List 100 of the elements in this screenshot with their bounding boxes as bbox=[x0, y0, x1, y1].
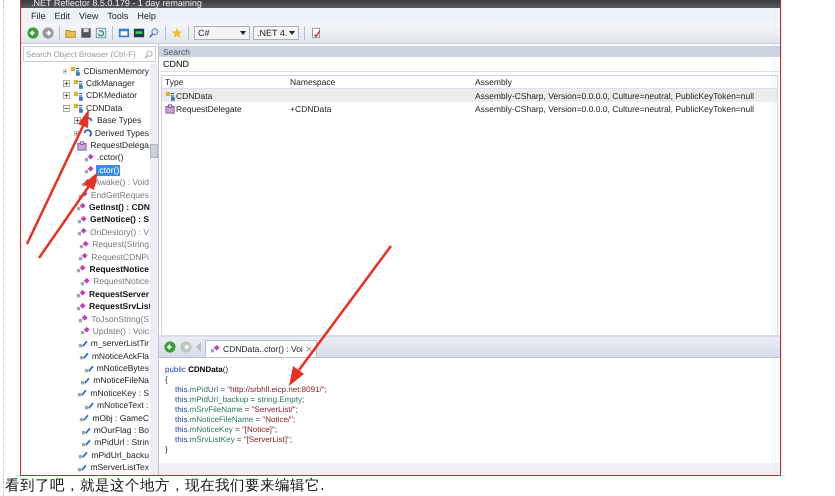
tree-item[interactable]: RequestNotice bbox=[88, 264, 150, 275]
panel-title: Search bbox=[163, 46, 190, 56]
field-icon bbox=[77, 462, 88, 473]
tree-item[interactable]: .cctor() bbox=[96, 152, 124, 164]
tree-item[interactable]: RequestServer bbox=[88, 288, 150, 300]
class-icon bbox=[70, 66, 80, 76]
class-icon bbox=[73, 90, 83, 101]
method-icon bbox=[80, 276, 90, 287]
table-cell: RequestDelegate bbox=[176, 104, 242, 114]
tree-item[interactable]: mObj : GameC bbox=[91, 412, 150, 424]
method-icon bbox=[76, 264, 86, 274]
object-browser-search-field[interactable]: Search Object Browser (Ctrl-F) bbox=[23, 46, 156, 62]
tree-item[interactable]: CDNData bbox=[85, 102, 124, 114]
tree-item[interactable]: RequestDelega bbox=[89, 140, 150, 152]
back-icon[interactable] bbox=[164, 341, 176, 353]
tree-item[interactable]: mNoticeAckFla bbox=[90, 350, 150, 362]
table-cell: CDNData bbox=[176, 90, 212, 100]
tree-item[interactable]: CdkManager bbox=[85, 78, 136, 90]
field-icon bbox=[77, 388, 88, 398]
caret-icon bbox=[289, 31, 295, 35]
folder-icon[interactable] bbox=[65, 27, 77, 39]
method-icon bbox=[76, 289, 86, 300]
tree-item[interactable]: RequestCDNPi bbox=[90, 252, 150, 263]
tree-item[interactable]: mPidUrl_backu bbox=[90, 450, 150, 461]
field-icon bbox=[81, 438, 92, 448]
expand-icon[interactable] bbox=[63, 68, 68, 75]
tree-item[interactable]: GetNotice() : S bbox=[88, 214, 150, 226]
column-header[interactable]: Namespace bbox=[287, 77, 472, 87]
tree-item[interactable]: CDKMediator bbox=[85, 90, 138, 102]
collapse-icon[interactable] bbox=[63, 104, 70, 112]
class-icon bbox=[73, 78, 83, 89]
menu-item[interactable]: File bbox=[31, 10, 46, 20]
menu-item[interactable]: Edit bbox=[54, 10, 70, 20]
window-icon[interactable] bbox=[118, 27, 130, 39]
tree-item[interactable]: Request(String bbox=[91, 239, 150, 250]
method-icon bbox=[76, 227, 87, 238]
tree-item[interactable]: Update() : Voic bbox=[92, 326, 150, 337]
tree-item[interactable]: mNoticeKey : S bbox=[89, 388, 150, 399]
tree-item[interactable]: mOurFlag : Bo bbox=[92, 425, 150, 436]
caret-icon bbox=[240, 31, 246, 35]
tree-item[interactable]: ToJsonString(S bbox=[90, 314, 150, 324]
terminal-icon[interactable] bbox=[133, 27, 145, 39]
class-icon bbox=[73, 103, 83, 114]
result-row[interactable]: CDNData Assembly-CSharp, Version=0.0.0.0, Culture=neutral, PublicKeyToken=null bbox=[162, 89, 777, 102]
method-icon bbox=[76, 202, 86, 212]
field-icon bbox=[78, 338, 88, 349]
code-line: this.mSrvFileName = "ServerList/"; bbox=[174, 405, 299, 415]
tree-item[interactable]: mNoticeFileNa bbox=[92, 375, 150, 386]
field-icon bbox=[84, 364, 94, 374]
field-icon bbox=[79, 413, 90, 424]
tree-item[interactable]: CDismenMemory bbox=[82, 66, 150, 77]
column-header[interactable]: Assembly bbox=[472, 77, 777, 87]
tree-item[interactable]: RequestSrvList bbox=[88, 301, 152, 312]
tree-item[interactable]: mPidUrl : Strin bbox=[93, 437, 150, 448]
tree-item[interactable]: mServerListTex bbox=[89, 462, 150, 474]
method-icon bbox=[78, 252, 88, 262]
code-line: { bbox=[165, 375, 169, 385]
field-icon bbox=[78, 450, 88, 460]
tree-item[interactable]: GetInst() : CDN bbox=[88, 202, 151, 213]
tree-item[interactable]: OnDestory() : V bbox=[88, 226, 150, 238]
code-line: this.mSrvListKey = "[ServerList]"; bbox=[174, 435, 294, 445]
tree-item[interactable]: mNoticeBytes bbox=[96, 363, 150, 374]
method-icon bbox=[80, 326, 90, 336]
method-icon bbox=[79, 240, 90, 250]
tree-item[interactable]: RequestNotice bbox=[92, 276, 150, 288]
menu-item[interactable]: Tools bbox=[107, 10, 128, 20]
field-icon bbox=[80, 376, 90, 386]
table-cell: +CDNData bbox=[290, 104, 332, 114]
method-icon bbox=[78, 190, 88, 200]
scrollbar[interactable] bbox=[150, 64, 158, 475]
method-icon bbox=[210, 344, 220, 354]
code-line: this.mPidUrl_backup = string.Empty; bbox=[174, 395, 306, 405]
tree-item[interactable]: mNoticeText : bbox=[96, 400, 150, 412]
column-header[interactable]: Type bbox=[162, 77, 287, 87]
menu-item[interactable]: Help bbox=[137, 10, 156, 20]
expand-icon[interactable] bbox=[63, 92, 70, 100]
save-icon[interactable] bbox=[80, 27, 92, 39]
caption-text: 看到了吧，就是这个地方，现在我们要来编辑它. bbox=[4, 476, 326, 496]
document-icon[interactable] bbox=[310, 27, 322, 39]
package-icon bbox=[165, 104, 175, 114]
star-icon[interactable] bbox=[171, 27, 183, 39]
search-icon[interactable] bbox=[148, 27, 160, 39]
code-line: public CDNData() bbox=[165, 365, 230, 375]
forward-icon[interactable] bbox=[42, 27, 54, 39]
expand-icon[interactable] bbox=[74, 130, 79, 137]
tree-item[interactable]: m_serverListTir bbox=[90, 338, 150, 350]
expand-icon[interactable] bbox=[74, 117, 81, 124]
field-icon bbox=[84, 400, 94, 411]
expand-icon[interactable] bbox=[63, 80, 70, 88]
tree-item[interactable]: Derived Types bbox=[94, 128, 150, 139]
field-icon bbox=[80, 426, 91, 436]
framework-dropdown[interactable]: .NET 4. bbox=[253, 26, 299, 40]
document-tab[interactable]: CDNData..ctor() : Voi bbox=[205, 340, 317, 357]
refresh-icon[interactable] bbox=[95, 27, 107, 39]
menu-item[interactable]: View bbox=[79, 10, 98, 20]
tree-item[interactable]: Base Types bbox=[96, 115, 142, 126]
language-dropdown[interactable]: C# bbox=[194, 26, 250, 40]
tree-item[interactable]: EndGetReques bbox=[90, 190, 150, 201]
back-icon[interactable] bbox=[27, 27, 39, 39]
close-icon[interactable] bbox=[306, 346, 312, 352]
